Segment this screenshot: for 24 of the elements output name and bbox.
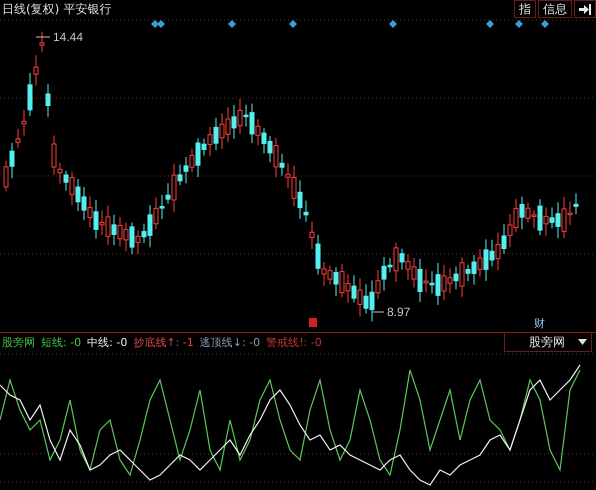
event-marker-icon (309, 318, 317, 327)
arrow-to-bar-icon (579, 4, 591, 14)
indicator-reading: 中线: -0 (87, 335, 128, 350)
toolbar-button[interactable]: 信息 (538, 0, 572, 18)
indicator-reading: 短线: -0 (41, 335, 82, 350)
chart-period-label: 日线(复权) (1, 0, 60, 18)
signal-diamond-icon (541, 20, 549, 28)
indicator-reading: 抄底线↑: -1 (133, 335, 194, 350)
indicator-name: 股旁网 (2, 335, 35, 350)
event-marker: 财 (534, 317, 545, 330)
toolbar-button[interactable]: 指 (514, 0, 536, 18)
indicator-reading: 警戒线!: -0 (266, 335, 322, 350)
caret-icon (578, 339, 587, 345)
signal-diamond-icon (515, 20, 523, 28)
signal-diamond-icon (486, 20, 494, 28)
signal-diamond-icon (228, 20, 236, 28)
indicator-selector[interactable]: 股旁网 (504, 333, 592, 352)
stock-name: 平安银行 (62, 0, 112, 18)
signal-diamond-icon (389, 20, 397, 28)
expand-button[interactable] (574, 0, 596, 18)
candlestick (40, 31, 44, 53)
signal-diamond-icon (289, 20, 297, 28)
candlestick (46, 83, 50, 118)
indicator-reading: 逃顶线↓: -0 (200, 335, 260, 350)
